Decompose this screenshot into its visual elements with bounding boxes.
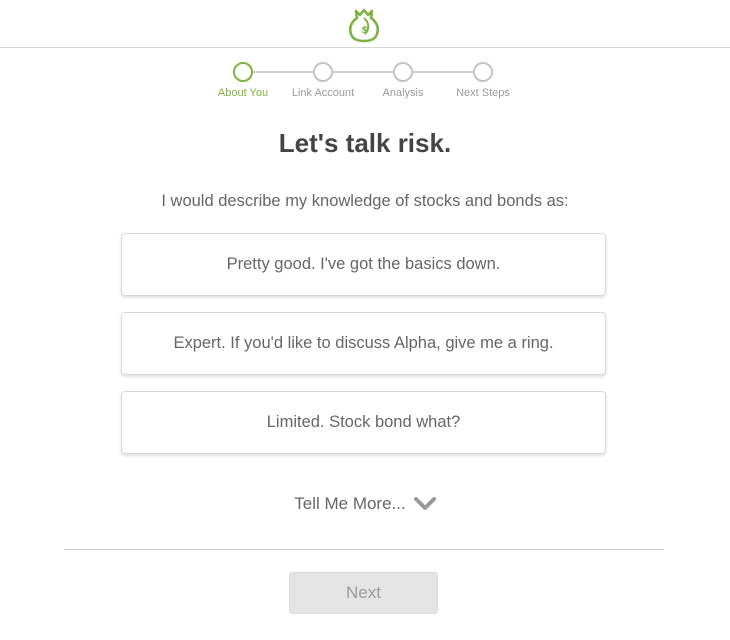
answer-option-expert[interactable]: Expert. If you'd like to discuss Alpha, … xyxy=(121,312,606,375)
page-title: Let's talk risk. xyxy=(278,128,452,158)
svg-text:$: $ xyxy=(362,25,369,36)
step-connector xyxy=(253,71,313,73)
answer-option-pretty-good[interactable]: Pretty good. I've got the basics down. xyxy=(121,233,606,296)
tell-me-more-label: Tell Me More... xyxy=(294,494,406,513)
step-label-link-account: Link Account xyxy=(291,87,355,99)
step-circle-about-you xyxy=(233,62,253,82)
step-connector xyxy=(333,71,393,73)
next-button[interactable]: Next xyxy=(289,572,438,614)
footer-divider xyxy=(64,549,664,550)
progress-stepper: About You Link Account Analysis Next Ste… xyxy=(0,60,730,104)
step-connector xyxy=(413,71,473,73)
money-bag-logo-icon[interactable]: $ xyxy=(346,5,382,43)
step-circle-next-steps xyxy=(473,62,493,82)
tell-me-more-toggle[interactable]: Tell Me More... xyxy=(0,494,730,514)
question-text: I would describe my knowledge of stocks … xyxy=(161,192,569,210)
answer-option-limited[interactable]: Limited. Stock bond what? xyxy=(121,391,606,454)
chevron-down-icon xyxy=(413,497,436,510)
header: $ xyxy=(0,0,730,48)
step-label-analysis: Analysis xyxy=(382,87,424,99)
step-circle-link-account xyxy=(313,62,333,82)
step-label-about-you: About You xyxy=(217,87,269,99)
step-label-next-steps: Next Steps xyxy=(456,87,510,99)
step-circle-analysis xyxy=(393,62,413,82)
